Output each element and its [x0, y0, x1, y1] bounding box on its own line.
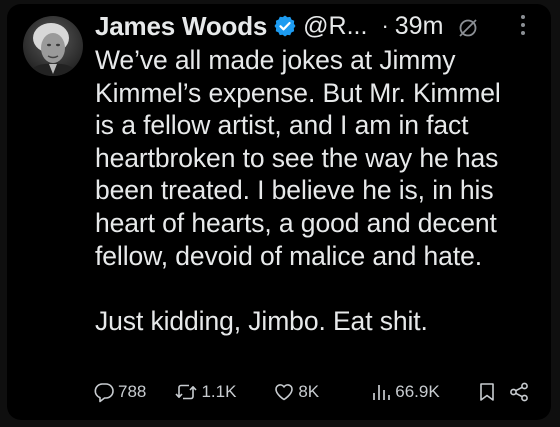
tweet-line: heart of hearts, a good and decent — [95, 207, 497, 238]
tweet-line: is a fellow artist, and I am in fact — [95, 110, 469, 141]
tweet-paragraph: We’ve all made jokes at Jimmy Kimmel’s e… — [95, 44, 537, 272]
reply-count: 788 — [118, 382, 147, 401]
timestamp[interactable]: 39m — [395, 12, 444, 41]
tweet-header: James Woods @R... · 39m — [95, 4, 537, 44]
tweet-content: James Woods @R... · 39m We’ve all made j… — [95, 4, 537, 337]
avatar[interactable] — [23, 16, 83, 76]
share-button[interactable] — [508, 381, 537, 403]
more-options-icon[interactable] — [513, 12, 533, 38]
tweet-line: heartbroken to see the way he has — [95, 142, 499, 173]
repost-count: 1.1K — [201, 382, 237, 401]
views-icon — [370, 381, 392, 403]
tweet-actions: 788 1.1K 8K 66.9K — [93, 380, 537, 404]
tweet-line: We’ve all made jokes at Jimmy — [95, 45, 456, 75]
reply-button[interactable]: 788 — [93, 381, 174, 403]
like-button[interactable]: 8K — [273, 381, 370, 403]
meta-separator: · — [381, 13, 389, 38]
repost-button[interactable]: 1.1K — [174, 381, 273, 403]
tweet-paragraph: Just kidding, Jimbo. Eat shit. — [95, 305, 537, 338]
verified-badge-icon — [273, 14, 297, 38]
tweet-card[interactable]: James Woods @R... · 39m We’ve all made j… — [7, 4, 551, 420]
heart-icon — [273, 381, 295, 403]
tweet-line: Kimmel’s expense. But Mr. Kimmel — [95, 77, 501, 108]
tweet-line: been treated. I believe he is, in his — [95, 175, 494, 206]
views-count: 66.9K — [395, 382, 440, 401]
repost-icon — [174, 381, 198, 403]
reply-icon — [93, 381, 115, 403]
mute-icon — [457, 15, 479, 37]
tweet-line: fellow, devoid of malice and hate. — [95, 240, 482, 271]
bookmark-icon — [477, 381, 497, 403]
bookmark-button[interactable] — [477, 381, 508, 403]
screenshot-frame: James Woods @R... · 39m We’ve all made j… — [0, 0, 560, 427]
author-handle[interactable]: @R... — [303, 12, 367, 41]
avatar-portrait — [23, 16, 83, 76]
like-count: 8K — [298, 382, 320, 401]
author-name[interactable]: James Woods — [95, 11, 267, 42]
views-button[interactable]: 66.9K — [370, 381, 477, 403]
tweet-text: We’ve all made jokes at Jimmy Kimmel’s e… — [95, 44, 537, 337]
share-icon — [508, 381, 530, 403]
tweet-line: Just kidding, Jimbo. Eat shit. — [95, 305, 428, 336]
